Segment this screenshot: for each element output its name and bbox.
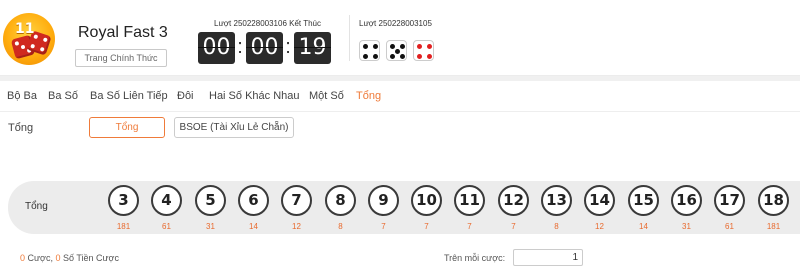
odds-label: 8 [338,222,343,231]
total-number-button[interactable]: 10 [411,185,442,216]
odds-label: 61 [162,222,171,231]
odds-label: 31 [682,222,691,231]
bet-count-label: Cược, [27,253,53,263]
total-number-button[interactable]: 9 [368,185,399,216]
header-bar: 11 Royal Fast 3 Trang Chính Thức Lượt 25… [0,0,800,76]
odds-label: 31 [206,222,215,231]
tab-item[interactable]: Một Số [309,90,344,102]
timer-separator: : [237,36,243,58]
tab-item[interactable]: Tổng [356,90,381,102]
previous-round-label: Lượt 250228003105 [359,19,432,28]
tab-item[interactable]: Ba Số [48,90,78,102]
sub-category-label: Tổng [8,122,34,134]
total-number-button[interactable]: 8 [325,185,356,216]
odds-label: 12 [595,222,604,231]
tab-item[interactable]: Bộ Ba [7,90,37,102]
logo-number: 11 [15,21,35,37]
bet-count: 0 [20,253,26,263]
odds-label: 14 [639,222,648,231]
total-number-button[interactable]: 6 [238,185,269,216]
odds-label: 7 [381,222,386,231]
timer-hours: 00 [198,32,235,64]
dice-icon [413,40,434,61]
odds-label: 14 [249,222,258,231]
timer-minutes: 00 [246,32,283,64]
dice-icon [359,40,380,61]
odds-label: 181 [116,222,131,231]
total-number-button[interactable]: 17 [714,185,745,216]
bet-summary: 0 Cược, 0 Số Tiền Cược [20,253,119,263]
bet-amount-label: Số Tiền Cược [63,253,119,263]
board-label: Tổng [25,201,48,212]
current-round-label: Lượt 250228003106 Kết Thúc [214,19,321,28]
sub-option-button[interactable]: BSOE (Tài Xỉu Lẻ Chẵn) [174,117,294,138]
total-number-button[interactable]: 11 [454,185,485,216]
dice-icon [386,40,407,61]
separator-bar [0,76,800,81]
total-number-button[interactable]: 18 [758,185,789,216]
tab-item[interactable]: Đôi [177,90,194,102]
game-title: Royal Fast 3 [78,24,168,41]
odds-label: 7 [511,222,516,231]
odds-label: 7 [424,222,429,231]
total-number-button[interactable]: 13 [541,185,572,216]
game-type-tabs: Bộ Ba Ba Số Ba Số Liên Tiếp Đôi Hai Số Khác … [0,82,800,112]
tab-item[interactable]: Hai Số Khác Nhau [209,90,300,102]
divider [349,15,350,61]
bet-amount: 0 [55,253,61,263]
total-number-button[interactable]: 4 [151,185,182,216]
total-number-button[interactable]: 16 [671,185,702,216]
total-number-button[interactable]: 14 [584,185,615,216]
per-bet-label: Trên mỗi cược: [444,253,506,263]
total-number-button[interactable]: 3 [108,185,139,216]
tab-item[interactable]: Ba Số Liên Tiếp [90,90,168,102]
odds-label: 12 [292,222,301,231]
odds-label: 61 [725,222,734,231]
odds-label: 8 [554,222,559,231]
total-number-button[interactable]: 15 [628,185,659,216]
odds-label: 181 [766,222,781,231]
timer-seconds: 19 [294,32,331,64]
dice-logo-icon: 11 [3,13,55,65]
total-number-button[interactable]: 12 [498,185,529,216]
mode-button[interactable]: Trang Chính Thức [75,49,167,67]
per-bet-input[interactable] [513,249,583,266]
total-number-button[interactable]: 7 [281,185,312,216]
odds-label: 7 [467,222,472,231]
sub-option-button[interactable]: Tổng [89,117,165,138]
timer-separator: : [285,36,291,58]
total-number-button[interactable]: 5 [195,185,226,216]
